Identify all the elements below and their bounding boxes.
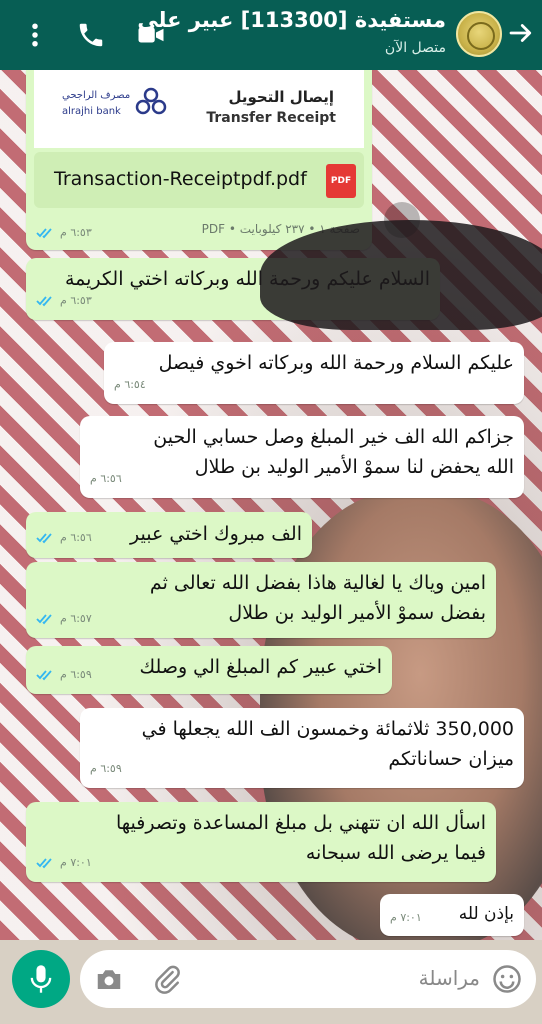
- message-meta: ٦:٥٤ م: [114, 370, 146, 400]
- microphone-icon: [30, 965, 52, 993]
- receipt-title-en: Transfer Receipt: [206, 110, 336, 126]
- read-receipt-icon: [36, 533, 52, 544]
- video-call-icon[interactable]: [136, 20, 166, 50]
- read-receipt-icon: [36, 858, 52, 869]
- message-text: عليكم السلام ورحمة الله وبركاته اخوي فيص…: [158, 352, 514, 374]
- composer-bar: مراسلة: [0, 940, 542, 1024]
- message-time: ٦:٥٧ م: [60, 612, 92, 625]
- read-receipt-icon: [36, 227, 52, 238]
- pdf-attachment-bubble[interactable]: إيصال التحويل Transfer Receipt مصرف الرا…: [26, 70, 372, 250]
- message-bubble[interactable]: اسأل الله ان تتهني بل مبلغ المساعدة وتصر…: [26, 802, 496, 882]
- message-text: 350,000 ثلاثمائة وخمسون الف الله يجعلها …: [141, 718, 514, 770]
- message-bubble[interactable]: عليكم السلام ورحمة الله وبركاته اخوي فيص…: [104, 342, 524, 404]
- bank-name-en: alrajhi bank: [62, 106, 121, 117]
- message-time: ٦:٥٦ م: [60, 531, 92, 544]
- read-receipt-icon: [36, 670, 52, 681]
- message-text: جزاكم الله الف خير المبلغ وصل حسابي الحي…: [153, 426, 514, 478]
- message-meta: ٦:٥٧ م: [36, 604, 92, 634]
- message-meta: ٦:٥٦ م: [90, 464, 122, 494]
- voice-call-icon[interactable]: [76, 20, 106, 50]
- emoji-icon[interactable]: [492, 964, 522, 994]
- message-input-placeholder: مراسلة: [418, 966, 480, 990]
- message-time: ٦:٥٩ م: [90, 762, 122, 775]
- message-meta: ٦:٥٩ م: [36, 660, 92, 690]
- attach-icon[interactable]: [152, 964, 182, 994]
- contact-avatar[interactable]: [456, 11, 502, 57]
- message-time: ٦:٥٣ م: [60, 226, 92, 239]
- pdf-file-icon: PDF: [326, 164, 356, 198]
- message-time: ٦:٥٤ م: [114, 378, 146, 391]
- message-bubble[interactable]: اختي عبير كم المبلغ الي وصلك ٦:٥٩ م: [26, 646, 392, 694]
- read-receipt-icon: [36, 614, 52, 625]
- read-receipt-icon: [36, 296, 52, 307]
- message-text: امين وياك يا لغالية هاذا بفضل الله تعالى…: [149, 572, 486, 624]
- message-bubble[interactable]: بإذن لله ٧:٠١ م: [380, 894, 524, 936]
- message-meta: ٦:٥٦ م: [36, 522, 92, 554]
- attachment-file-info: صفحة ١ • ٢٣٧ كيلوبايت • PDF: [201, 222, 360, 236]
- message-time: ٧:٠١ م: [60, 856, 92, 869]
- message-meta: ٧:٠١ م: [36, 848, 92, 878]
- camera-icon[interactable]: [94, 964, 124, 994]
- message-bubble[interactable]: جزاكم الله الف خير المبلغ وصل حسابي الحي…: [80, 416, 524, 498]
- forward-icon[interactable]: [384, 202, 420, 238]
- bank-logo-icon: [135, 87, 167, 115]
- message-text: السلام عليكم ورحمة الله وبركاته اختي الك…: [64, 268, 430, 290]
- message-meta: ٦:٥٣ م: [36, 226, 92, 239]
- attachment-file-name: Transaction-Receiptpdf.pdf: [54, 168, 307, 190]
- chat-area[interactable]: إيصال التحويل Transfer Receipt مصرف الرا…: [0, 70, 542, 940]
- contact-name[interactable]: مستفيدة [113300] عبير علي: [137, 8, 446, 32]
- message-time: ٦:٥٩ م: [60, 668, 92, 681]
- message-meta: ٦:٥٩ م: [90, 754, 122, 784]
- more-options-icon[interactable]: [20, 20, 50, 50]
- message-bubble[interactable]: امين وياك يا لغالية هاذا بفضل الله تعالى…: [26, 562, 496, 638]
- message-bubble[interactable]: الف مبروك اختي عبير ٦:٥٦ م: [26, 512, 312, 558]
- message-text: اسأل الله ان تتهني بل مبلغ المساعدة وتصر…: [115, 812, 486, 864]
- message-bubble[interactable]: 350,000 ثلاثمائة وخمسون الف الله يجعلها …: [80, 708, 524, 788]
- back-arrow-icon[interactable]: [506, 18, 536, 48]
- voice-record-button[interactable]: [12, 950, 70, 1008]
- message-bubble[interactable]: السلام عليكم ورحمة الله وبركاته اختي الك…: [26, 258, 440, 320]
- receipt-title-ar: إيصال التحويل: [228, 88, 334, 106]
- attachment-file-row[interactable]: Transaction-Receiptpdf.pdf PDF: [34, 152, 364, 208]
- receipt-preview[interactable]: إيصال التحويل Transfer Receipt مصرف الرا…: [34, 70, 364, 148]
- message-input[interactable]: مراسلة: [80, 950, 536, 1008]
- contact-status: متصل الآن: [384, 40, 446, 56]
- chat-header: مستفيدة [113300] عبير علي متصل الآن: [0, 0, 542, 70]
- message-meta: ٦:٥٣ م: [36, 286, 92, 316]
- message-time: ٦:٥٦ م: [90, 472, 122, 485]
- message-meta: ٧:٠١ م: [390, 904, 422, 932]
- bank-name-ar: مصرف الراجحي: [62, 90, 131, 101]
- message-time: ٦:٥٣ م: [60, 294, 92, 307]
- message-time: ٧:٠١ م: [390, 911, 422, 924]
